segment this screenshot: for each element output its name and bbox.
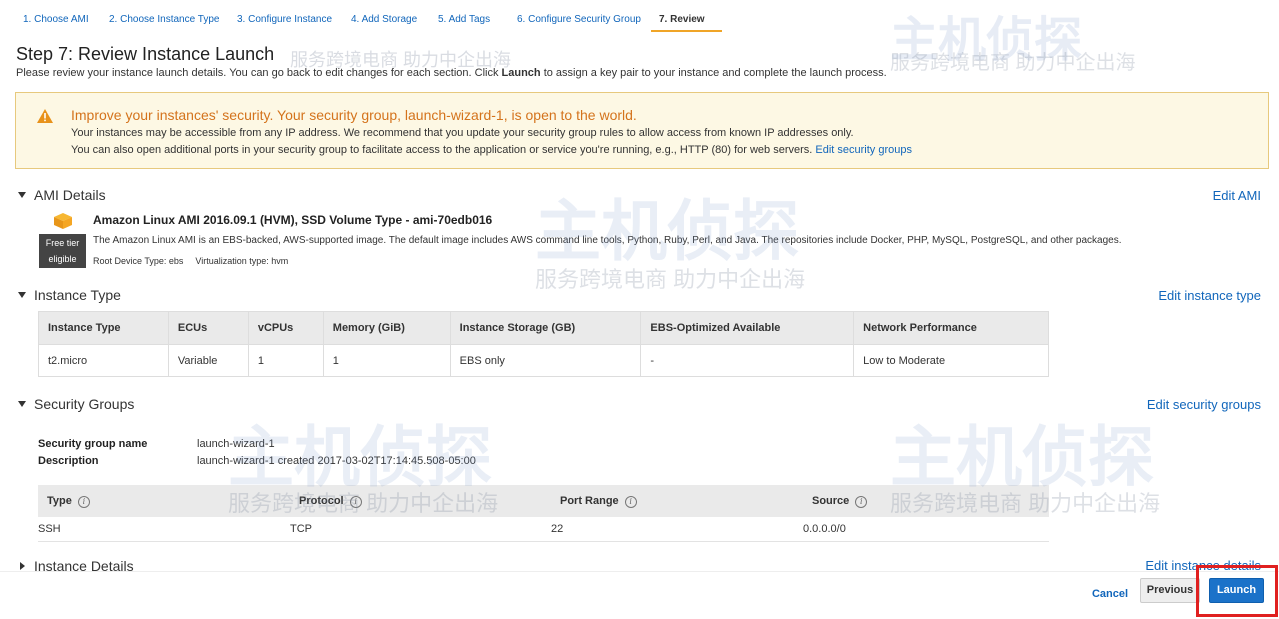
column-header: vCPUs — [247, 311, 324, 345]
subtitle-text: Please review your instance launch detai… — [16, 67, 502, 79]
info-icon[interactable]: i — [624, 495, 637, 508]
warning-line-2-text: You can also open additional ports in yo… — [71, 144, 813, 156]
column-header: Network Performance — [853, 311, 1049, 345]
watermark-tagline: 服务跨境电商 助力中企出海 — [890, 52, 1136, 74]
edit-ami-link[interactable]: Edit AMI — [1213, 188, 1261, 203]
cancel-button[interactable]: Cancel — [1086, 583, 1134, 605]
active-tab-indicator — [651, 30, 722, 32]
tab-choose-ami[interactable]: 1. Choose AMI — [23, 14, 89, 25]
column-header: Port Range i — [551, 485, 803, 517]
wizard-tabs: 1. Choose AMI 2. Choose Instance Type 3.… — [0, 0, 1279, 38]
ami-description: The Amazon Linux AMI is an EBS-backed, A… — [93, 235, 1122, 246]
instance-type-table: Instance Type ECUs vCPUs Memory (GiB) In… — [38, 311, 1049, 377]
column-header: Type i — [38, 485, 290, 517]
table-cell: t2.micro — [38, 344, 169, 377]
table-cell: Variable — [167, 344, 249, 377]
security-group-name-row: Security group name launch-wizard-1 — [38, 438, 275, 450]
warning-title: Improve your instances' security. Your s… — [71, 107, 637, 123]
column-label: Protocol — [299, 494, 344, 507]
table-cell: SSH — [38, 517, 290, 542]
security-groups-toggle[interactable]: Security Groups — [18, 396, 134, 412]
cube-icon — [54, 213, 72, 229]
field-label: Security group name — [38, 438, 148, 450]
column-header: EBS-Optimized Available — [640, 311, 855, 345]
page-subtitle: Please review your instance launch detai… — [16, 67, 887, 79]
expand-caret-icon — [18, 401, 26, 407]
info-icon[interactable]: i — [855, 495, 868, 508]
table-header-row: Instance Type ECUs vCPUs Memory (GiB) In… — [38, 311, 1049, 345]
column-header: Instance Type — [38, 311, 169, 345]
column-header: Protocol i — [290, 485, 551, 517]
table-header-row: Type i Protocol i Port Range i Source i — [38, 485, 1049, 517]
info-icon[interactable]: i — [349, 495, 362, 508]
ami-details-toggle[interactable]: AMI Details — [18, 187, 106, 203]
warning-triangle-icon — [37, 109, 53, 123]
table-cell: TCP — [290, 517, 551, 542]
page-title: Step 7: Review Instance Launch — [16, 44, 275, 64]
badge-line-1: Free tier — [45, 238, 80, 248]
column-header: Memory (GiB) — [322, 311, 451, 345]
virtualization-type: Virtualization type: hvm — [195, 256, 289, 266]
footer-bar: Cancel Previous Launch — [0, 571, 1279, 619]
warning-line-2: You can also open additional ports in yo… — [71, 144, 912, 156]
table-row: SSH TCP 22 0.0.0.0/0 — [38, 517, 1049, 542]
table-cell: 22 — [551, 517, 803, 542]
security-warning: Improve your instances' security. Your s… — [15, 92, 1269, 169]
table-row: t2.micro Variable 1 1 EBS only - Low to … — [38, 344, 1049, 377]
table-cell: Low to Moderate — [853, 344, 1049, 377]
info-icon[interactable]: i — [77, 495, 90, 508]
edit-instance-type-link[interactable]: Edit instance type — [1158, 288, 1261, 303]
watermark-logo: 主机侦探 — [535, 194, 799, 268]
tab-configure-instance[interactable]: 3. Configure Instance — [237, 14, 332, 25]
free-tier-badge: Free tier eligible — [39, 234, 86, 268]
ami-details-heading: AMI Details — [34, 187, 106, 203]
collapse-caret-icon — [20, 562, 25, 570]
tab-add-storage[interactable]: 4. Add Storage — [351, 14, 417, 25]
expand-caret-icon — [18, 192, 26, 198]
security-group-description-row: Description launch-wizard-1 created 2017-… — [38, 455, 476, 467]
watermark-tagline: 服务跨境电商 助力中企出海 — [535, 267, 806, 292]
tab-review[interactable]: 7. Review — [659, 14, 705, 25]
subtitle-bold: Launch — [501, 67, 541, 79]
table-cell: - — [640, 344, 855, 377]
field-value: launch-wizard-1 — [197, 438, 275, 450]
column-label: Type — [47, 494, 72, 507]
tab-add-tags[interactable]: 5. Add Tags — [438, 14, 490, 25]
edit-security-groups-link[interactable]: Edit security groups — [815, 144, 912, 156]
edit-security-groups-section-link[interactable]: Edit security groups — [1147, 397, 1261, 412]
launch-highlight-box — [1196, 565, 1278, 617]
tab-choose-instance-type[interactable]: 2. Choose Instance Type — [109, 14, 219, 25]
ami-name: Amazon Linux AMI 2016.09.1 (HVM), SSD Vo… — [93, 213, 493, 227]
column-header: Source i — [803, 485, 1049, 517]
table-cell: EBS only — [449, 344, 642, 377]
field-value: launch-wizard-1 created 2017-03-02T17:14… — [197, 455, 476, 467]
table-cell: 1 — [247, 344, 324, 377]
column-label: Port Range — [560, 494, 619, 507]
column-header: ECUs — [167, 311, 249, 345]
security-groups-heading: Security Groups — [34, 396, 135, 412]
table-cell: 1 — [322, 344, 451, 377]
instance-type-heading: Instance Type — [34, 287, 121, 303]
field-label: Description — [38, 455, 99, 467]
security-rules-table: Type i Protocol i Port Range i Source i SSH … — [38, 485, 1049, 542]
previous-button[interactable]: Previous — [1140, 578, 1200, 603]
table-cell: 0.0.0.0/0 — [803, 517, 1049, 542]
root-device-type: Root Device Type: ebs — [93, 256, 184, 266]
tab-configure-security-group[interactable]: 6. Configure Security Group — [517, 14, 641, 25]
warning-line-1: Your instances may be accessible from an… — [71, 127, 854, 139]
expand-caret-icon — [18, 292, 26, 298]
subtitle-text-end: to assign a key pair to your instance an… — [540, 67, 887, 79]
column-header: Instance Storage (GB) — [449, 311, 642, 345]
instance-type-toggle[interactable]: Instance Type — [18, 287, 121, 303]
badge-line-2: eligible — [48, 254, 77, 264]
column-label: Source — [812, 494, 850, 507]
ami-meta: Root Device Type: ebs Virtualization type… — [93, 256, 300, 266]
